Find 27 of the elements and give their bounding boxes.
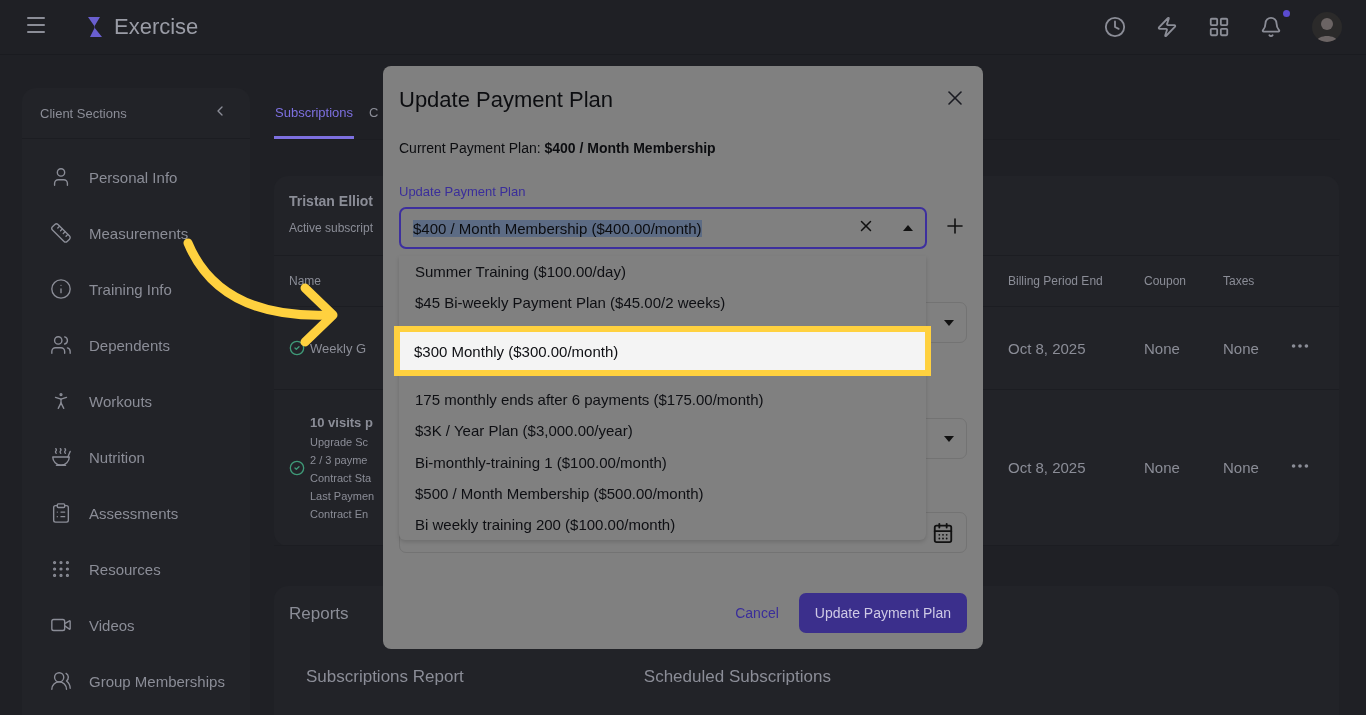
table-cell-text: None	[1144, 459, 1181, 476]
column-header: Billing Period End	[1008, 274, 1104, 288]
report-title: Scheduled Subscriptions	[643, 667, 831, 687]
field-label: Update Payment Plan	[399, 184, 527, 199]
current-plan-text: Current Payment Plan: $400 / Month Membership	[399, 140, 717, 156]
subscription-detail: Last Paymen	[310, 490, 375, 502]
table-cell-text: None	[1223, 459, 1260, 476]
report-title: Subscriptions Report	[306, 667, 464, 687]
dialog-title: Update Payment Plan	[399, 87, 614, 113]
client-name: Tristan Elliot	[289, 193, 373, 209]
table-cell-text: None	[1144, 339, 1181, 357]
column-header: Taxes	[1223, 274, 1256, 288]
table-cell-text: Oct 8, 2025	[1008, 459, 1087, 476]
app-name: Exercise	[114, 14, 199, 40]
table-cell-text: None	[1223, 339, 1260, 357]
reports-title: Reports	[289, 604, 349, 623]
subscription-detail: 2 / 3 payme	[310, 454, 368, 466]
subscription-detail: Upgrade Sc	[310, 436, 369, 448]
column-header: Name	[289, 274, 322, 288]
sidebar-title: Client Sections	[40, 105, 127, 121]
column-header: Coupon	[1144, 274, 1188, 288]
table-cell-text: Oct 8, 2025	[1008, 339, 1087, 357]
card-subtitle: Active subscript	[289, 221, 374, 235]
subscription-detail: Contract En	[310, 508, 369, 520]
subscription-name: Weekly G	[310, 340, 367, 356]
subscription-name: 10 visits p	[310, 415, 373, 430]
subscription-detail: Contract Sta	[310, 472, 372, 484]
